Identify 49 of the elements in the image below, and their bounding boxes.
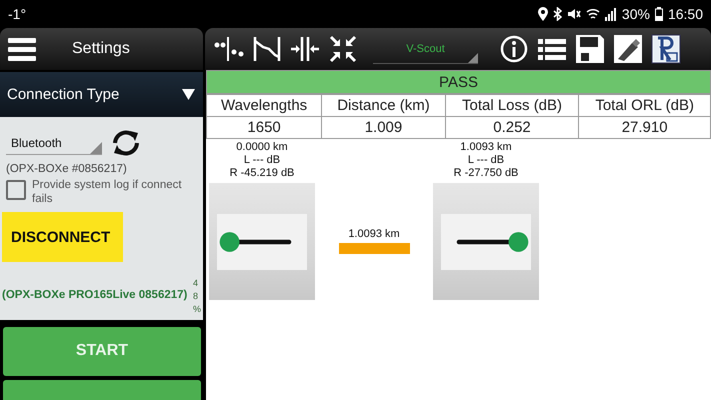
column-header: Total Loss (dB)	[445, 94, 579, 116]
section-header[interactable]: Connection Type	[0, 72, 203, 118]
event-tile[interactable]	[433, 183, 539, 300]
event-distance: 0.0000 km	[236, 141, 288, 154]
event-reflectance: R -27.750 dB	[454, 167, 518, 180]
connector-end-icon	[217, 214, 307, 270]
event-loss: L --- dB	[468, 154, 504, 167]
collapse-icon[interactable]	[327, 33, 359, 65]
wifi-icon	[586, 7, 600, 21]
refresh-icon[interactable]	[110, 129, 142, 158]
battery-icon	[654, 7, 663, 21]
location-icon	[538, 7, 548, 21]
report-icon[interactable]	[650, 33, 682, 65]
connection-dropdown[interactable]: Bluetooth	[6, 131, 102, 156]
table-cell: 0.252	[445, 116, 579, 138]
edit-document-icon[interactable]	[612, 33, 644, 65]
event-loss: L --- dB	[244, 154, 280, 167]
save-icon[interactable]	[574, 33, 606, 65]
column-header: Wavelengths	[206, 94, 322, 116]
connected-device: (OPX-BOXe PRO165Live 0856217)	[2, 289, 188, 302]
menu-icon[interactable]	[8, 36, 36, 61]
battery-percent: 30%	[622, 6, 650, 22]
event-reflectance: R -45.219 dB	[230, 167, 294, 180]
checkbox[interactable]	[6, 180, 26, 200]
column-header: Total ORL (dB)	[578, 94, 710, 116]
device-id: (OPX-BOXe #0856217)	[6, 163, 128, 176]
section-title: Connection Type	[7, 86, 120, 103]
readout-text: 4	[193, 277, 198, 290]
table-cell: 1.009	[322, 116, 446, 138]
table-cell: 27.910	[578, 116, 710, 138]
temperature: -1°	[8, 6, 26, 22]
sidebar-title: Settings	[72, 40, 130, 58]
readout-text: %	[193, 303, 202, 316]
event-tile[interactable]	[209, 183, 315, 300]
bluetooth-icon	[552, 7, 562, 21]
connector-end-icon	[441, 214, 531, 270]
column-header: Distance (km)	[322, 94, 446, 116]
signal-icon	[604, 7, 617, 21]
checkbox-label: Provide system log if connect fails	[32, 178, 182, 206]
clock: 16:50	[668, 6, 703, 22]
pass-banner: PASS	[206, 70, 711, 94]
readout-text: 8	[193, 290, 198, 304]
event-distance: 1.0093 km	[460, 141, 512, 154]
span-length: 1.0093 km	[348, 228, 400, 240]
mute-icon	[566, 7, 581, 21]
table-cell: 1650	[206, 116, 322, 138]
disconnect-button[interactable]: DISCONNECT	[2, 212, 123, 262]
info-icon[interactable]	[498, 33, 530, 65]
fiber-span	[338, 242, 410, 254]
